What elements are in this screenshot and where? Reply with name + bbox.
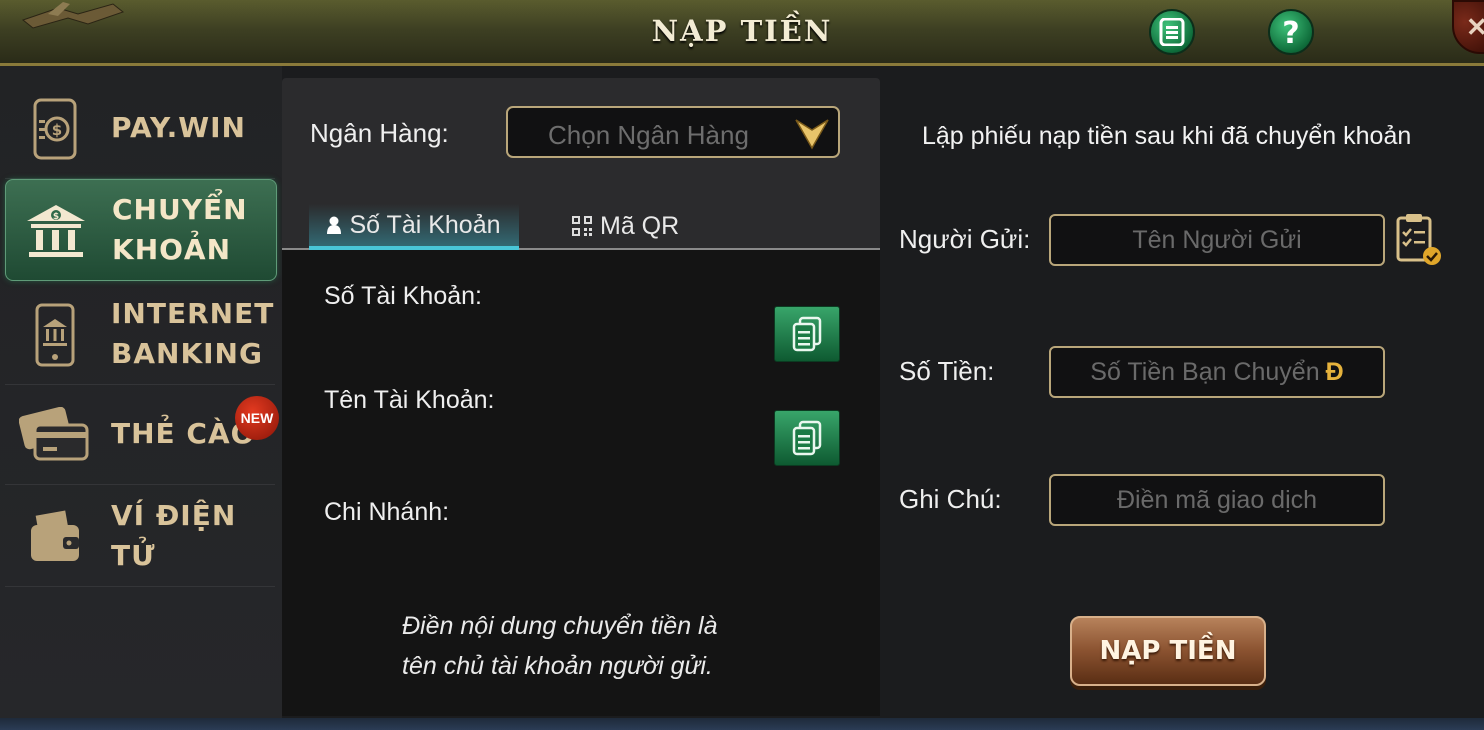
sender-input[interactable]: Tên Người Gửi: [1049, 214, 1385, 266]
help-icon: ?: [1282, 16, 1299, 48]
chevron-down-icon: [795, 119, 829, 150]
copy-icon: [792, 420, 822, 456]
sidebar-label-line2: BANKING: [111, 337, 263, 370]
sidebar-label-line1: VÍ ĐIỆN TỬ: [111, 499, 237, 572]
tab-label: Mã QR: [600, 211, 680, 240]
sidebar-item-the-cao[interactable]: THẺ CÀO NEW: [5, 384, 279, 485]
sidebar-label: INTERNET BANKING: [111, 284, 275, 384]
sidebar-item-paywin[interactable]: $ PAY.WIN: [5, 78, 275, 179]
bank-label: Ngân Hàng:: [310, 118, 449, 148]
list-icon: [1159, 18, 1185, 46]
sidebar-label: CHUYỂN KHOẢN: [112, 180, 272, 280]
bank-transfer-panel: Ngân Hàng: Chọn Ngân Hàng Số Tài Khoản M…: [282, 78, 880, 716]
transfer-note: Điền nội dung chuyển tiền là tên chủ tài…: [402, 606, 762, 686]
svg-text:$: $: [53, 212, 59, 222]
note-input[interactable]: Điền mã giao dịch: [1049, 474, 1385, 526]
amount-input[interactable]: Số Tiền Bạn Chuyển Đ: [1049, 346, 1385, 398]
transfer-note-line1: Điền nội dung chuyển tiền là: [402, 612, 718, 640]
tab-bar: Số Tài Khoản Mã QR: [282, 204, 880, 250]
sender-placeholder: Tên Người Gửi: [1132, 226, 1302, 254]
sidebar-item-chuyen-khoan[interactable]: $ CHUYỂN KHOẢN: [5, 179, 277, 281]
card-icon: [19, 400, 91, 470]
close-icon: ✕: [1466, 12, 1484, 42]
sidebar-label-line1: INTERNET: [111, 297, 275, 330]
header-bar: NẠP TIỀN ? ✕: [0, 0, 1484, 66]
new-badge: NEW: [235, 396, 279, 440]
copy-account-number-button[interactable]: [774, 306, 840, 362]
currency-icon: Đ: [1325, 358, 1344, 386]
list-button[interactable]: [1149, 9, 1195, 55]
account-info-box: Số Tài Khoản: Tên Tài Khoản: Chi Nhánh:: [282, 250, 880, 716]
tab-qr[interactable]: Mã QR: [572, 204, 679, 248]
note-placeholder: Điền mã giao dịch: [1116, 486, 1318, 514]
copy-icon: [792, 316, 822, 352]
wallet-icon: [19, 502, 91, 572]
sender-label: Người Gửi:: [899, 224, 1031, 254]
submit-deposit-button[interactable]: NẠP TIỀN: [1070, 616, 1266, 686]
deposit-form: Lập phiếu nạp tiền sau khi đã chuyển kho…: [884, 78, 1484, 716]
note-label: Ghi Chú:: [899, 484, 1002, 514]
sidebar-item-internet-banking[interactable]: INTERNET BANKING: [5, 284, 275, 385]
account-name-label: Tên Tài Khoản:: [324, 386, 495, 414]
copy-account-name-button[interactable]: [774, 410, 840, 466]
form-title: Lập phiếu nạp tiền sau khi đã chuyển kho…: [922, 122, 1412, 150]
clipboard-icon[interactable]: [1394, 212, 1444, 268]
tab-label: Số Tài Khoản: [349, 210, 501, 239]
bank-select[interactable]: Chọn Ngân Hàng: [506, 106, 840, 158]
sidebar-label-line2: KHOẢN: [112, 233, 232, 266]
svg-text:?: ?: [1282, 16, 1299, 48]
account-number-label: Số Tài Khoản:: [324, 282, 482, 310]
bank-select-placeholder: Chọn Ngân Hàng: [548, 120, 749, 150]
page-title: NẠP TIỀN: [651, 14, 833, 48]
bank-icon: $: [20, 196, 92, 266]
qr-icon: [572, 216, 592, 236]
phone-bank-icon: [19, 300, 91, 370]
branch-label: Chi Nhánh:: [324, 498, 450, 526]
amount-placeholder: Số Tiền Bạn Chuyển: [1090, 358, 1320, 386]
tab-account-number[interactable]: Số Tài Khoản: [309, 204, 519, 250]
user-icon: [327, 216, 342, 234]
svg-text:$: $: [52, 121, 62, 139]
help-button[interactable]: ?: [1268, 9, 1314, 55]
sidebar-label: VÍ ĐIỆN TỬ: [111, 486, 271, 586]
transfer-note-line2: tên chủ tài khoản người gửi.: [402, 652, 713, 680]
sidebar-label-line1: CHUYỂN: [112, 193, 248, 226]
pay-icon: $: [19, 94, 91, 164]
sidebar-label: PAY.WIN: [111, 78, 271, 178]
bottom-edge: [0, 718, 1484, 730]
sidebar-item-vi-dien-tu[interactable]: VÍ ĐIỆN TỬ: [5, 486, 275, 587]
sidebar: $ PAY.WIN $ CHUYỂN KHOẢN INTERNET BANKIN…: [0, 66, 282, 730]
sidebar-label-line1: PAY.WIN: [111, 111, 246, 144]
amount-label: Số Tiền:: [899, 356, 995, 386]
